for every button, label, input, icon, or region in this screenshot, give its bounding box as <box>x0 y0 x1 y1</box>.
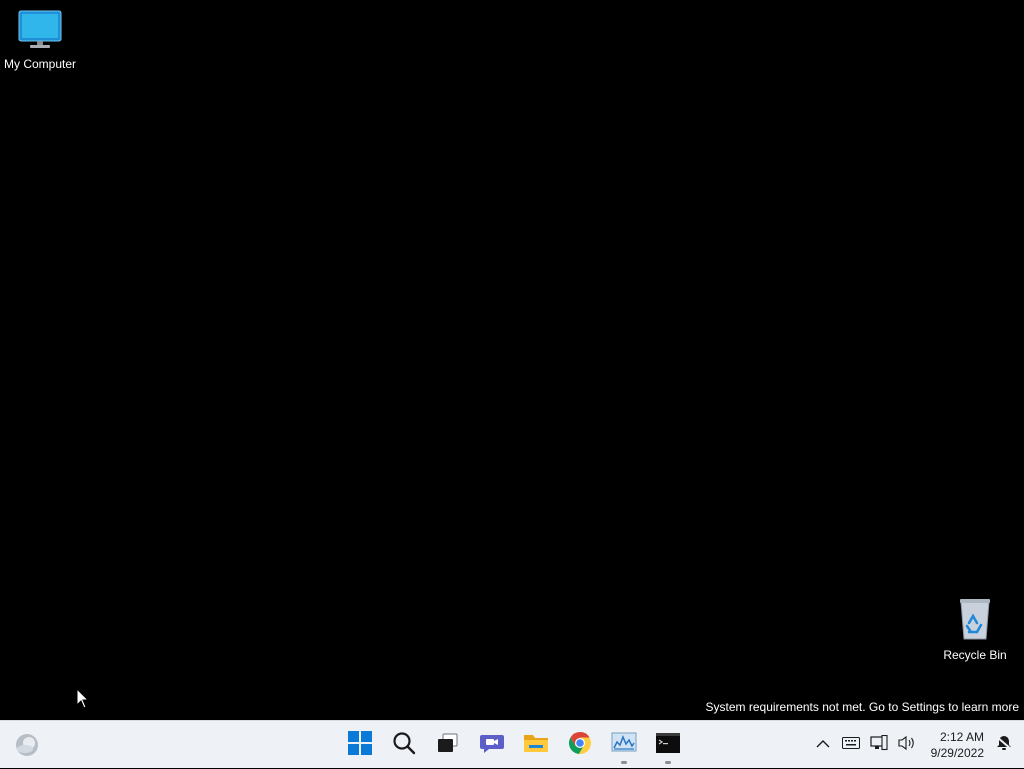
running-indicator <box>665 761 671 764</box>
desktop-icon-label: My Computer <box>3 57 77 71</box>
widgets-icon <box>14 734 40 762</box>
input-indicator-button[interactable] <box>839 733 863 757</box>
clock[interactable]: 2:12 AM 9/29/2022 <box>931 729 984 761</box>
terminal-icon <box>656 732 680 758</box>
volume-button[interactable] <box>895 733 919 757</box>
clock-time: 2:12 AM <box>939 730 984 744</box>
chevron-up-icon <box>816 736 830 754</box>
speaker-icon <box>898 735 916 756</box>
chat-icon <box>479 731 505 760</box>
clock-date: 9/29/2022 <box>930 746 984 760</box>
notifications-button[interactable] <box>992 733 1016 757</box>
taskbar-pinned-apps <box>338 721 690 769</box>
running-indicator <box>621 761 627 764</box>
taskbar: 2:12 AM 9/29/2022 <box>0 720 1024 768</box>
desktop-icon-my-computer[interactable]: My Computer <box>0 10 80 71</box>
desktop-icon-label: Recycle Bin <box>943 648 1007 662</box>
network-button[interactable] <box>867 733 891 757</box>
mouse-cursor-icon <box>76 687 90 715</box>
chrome-icon <box>568 731 592 760</box>
windows-start-icon <box>348 730 372 760</box>
chrome-button[interactable] <box>560 725 600 765</box>
network-icon <box>870 734 888 756</box>
file-explorer-button[interactable] <box>516 725 556 765</box>
search-icon <box>392 731 416 760</box>
activation-watermark: System requirements not met. Go to Setti… <box>705 700 1019 714</box>
system-tray: 2:12 AM 9/29/2022 <box>809 721 1024 769</box>
desktop-icon-recycle-bin[interactable]: Recycle Bin <box>935 597 1015 662</box>
desktop: My Computer Recycle Bin System requireme… <box>0 0 1024 720</box>
monitor-icon <box>0 10 80 53</box>
start-button[interactable] <box>340 725 380 765</box>
task-view-icon <box>436 731 460 760</box>
widgets-button[interactable] <box>14 732 40 758</box>
command-prompt-button[interactable] <box>648 725 688 765</box>
show-hidden-icons-button[interactable] <box>811 733 835 757</box>
task-view-button[interactable] <box>428 725 468 765</box>
recycle-bin-icon <box>935 597 1015 644</box>
search-button[interactable] <box>384 725 424 765</box>
notification-bell-icon <box>995 734 1013 757</box>
resource-monitor-button[interactable] <box>604 725 644 765</box>
folder-icon <box>523 732 549 759</box>
monitor-chart-icon <box>611 732 637 759</box>
chat-button[interactable] <box>472 725 512 765</box>
keyboard-icon <box>841 736 860 754</box>
